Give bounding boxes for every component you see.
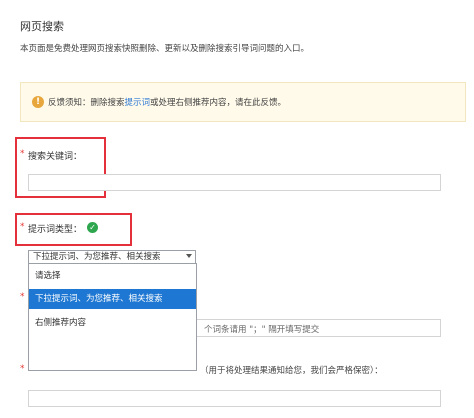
keyword-input[interactable] [28, 174, 441, 191]
hint-words-placeholder: 个词条请用 "；" 隔开填写提交 [204, 325, 320, 335]
hint-word-link[interactable]: 提示词 [125, 98, 151, 108]
exclamation-icon: ! [32, 96, 44, 108]
required-mark: * [20, 364, 25, 374]
hint-type-dropdown: 请选择 下拉提示词、为您推荐、相关搜索 右侧推荐内容 [28, 263, 197, 371]
option-right-recommendations[interactable]: 右侧推荐内容 [29, 313, 196, 333]
option-dropdown-hint-words[interactable]: 下拉提示词、为您推荐、相关搜索 [29, 289, 196, 309]
option-please-select[interactable]: 请选择 [29, 266, 196, 286]
notice-banner: ! 反馈须知：删除搜索提示词或处理右侧推荐内容，请在此反馈。 [20, 82, 466, 122]
email-input[interactable] [28, 390, 441, 407]
required-mark: * [20, 222, 25, 232]
notice-prefix: 反馈须知：删除搜索 [48, 98, 125, 108]
check-icon: ✓ [87, 222, 98, 233]
page: 网页搜索 本页面是免费处理网页搜索快照删除、更新以及删除搜索引导词问题的入口。 … [0, 0, 474, 418]
required-mark: * [20, 292, 25, 302]
page-title: 网页搜索 [20, 20, 64, 33]
chevron-down-icon [186, 254, 192, 258]
keyword-label: 搜索关键词： [28, 152, 83, 162]
select-value: 下拉提示词、为您推荐、相关搜索 [33, 252, 161, 262]
notice-text: 反馈须知：删除搜索提示词或处理右侧推荐内容，请在此反馈。 [48, 96, 286, 108]
hint-type-label: 提示词类型： [28, 225, 83, 235]
notice-suffix: 或处理右侧推荐内容，请在此反馈。 [150, 98, 287, 108]
required-mark: * [20, 149, 25, 159]
email-label-partial: （用于将处理结果通知给您，我们会严格保密）： [200, 366, 383, 376]
hint-type-select[interactable]: 下拉提示词、为您推荐、相关搜索 [28, 250, 196, 264]
page-description: 本页面是免费处理网页搜索快照删除、更新以及删除搜索引导词问题的入口。 [20, 44, 310, 54]
